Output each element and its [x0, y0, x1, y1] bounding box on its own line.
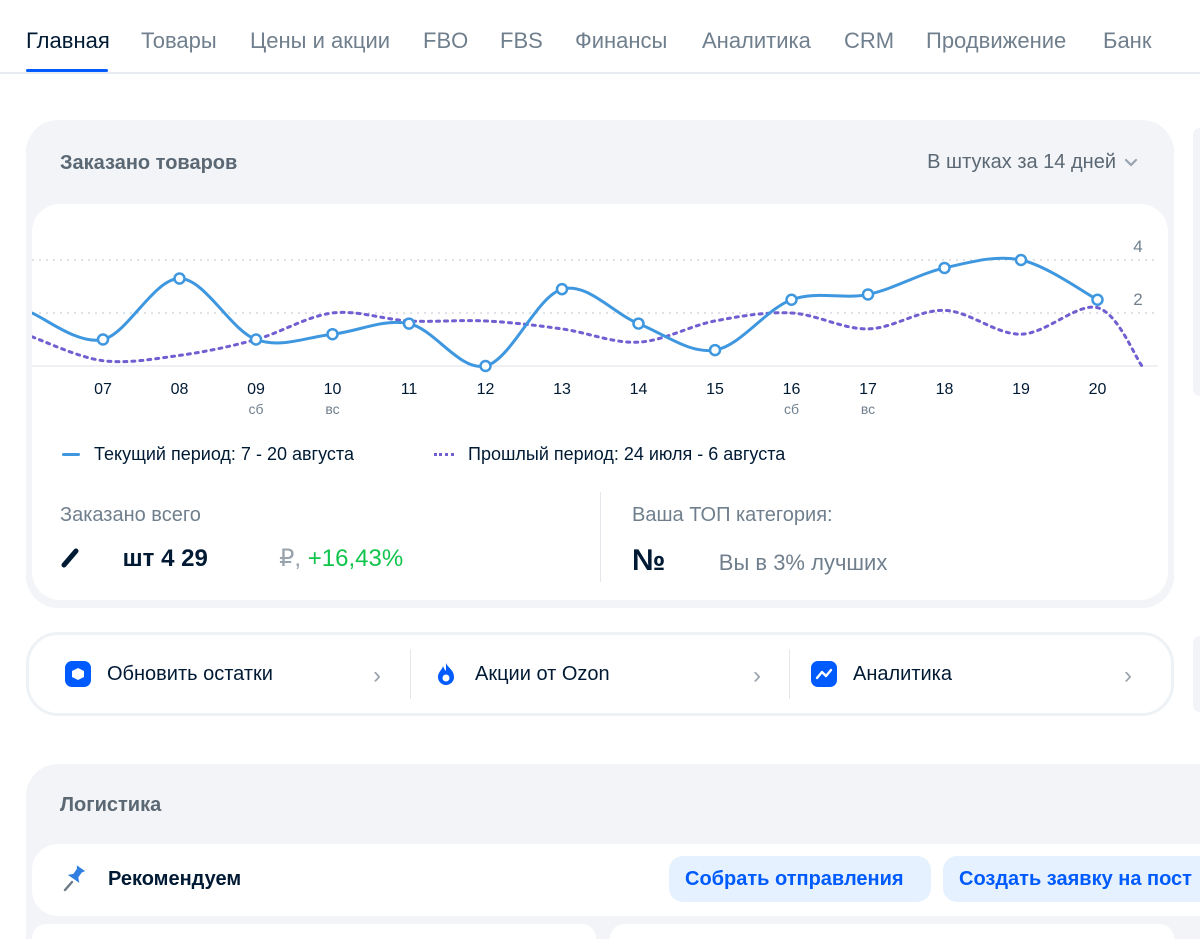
- x-tick-label: 16: [783, 381, 801, 398]
- logistics-title: Логистика: [60, 794, 162, 816]
- x-weekday-label: сб: [248, 401, 263, 417]
- data-point: [861, 288, 875, 301]
- total-ordered-label: Заказано всего: [60, 504, 201, 526]
- analytics-label: Аналитика: [853, 662, 952, 685]
- x-tick-label: 15: [706, 381, 724, 398]
- legend-solid-line: [62, 453, 80, 456]
- total-units: шт 4 29: [122, 545, 208, 572]
- recommend-row: Рекомендуем Собрать отправления Создать …: [32, 844, 1200, 916]
- current-period-line: [32, 256, 1099, 368]
- x-weekday-label: вс: [325, 401, 339, 417]
- data-point: [402, 317, 416, 330]
- data-point: [632, 317, 645, 330]
- analytics-button[interactable]: Аналитика: [811, 635, 952, 713]
- y-tick-label: 4: [1133, 237, 1142, 256]
- action-divider: [410, 649, 411, 699]
- chevron-right-icon: ›: [753, 662, 761, 689]
- data-point: [96, 333, 110, 346]
- data-point: [785, 293, 798, 306]
- data-point: [1091, 293, 1104, 306]
- x-weekday-label: сб: [784, 401, 799, 417]
- box-icon: [65, 661, 91, 687]
- tab-fbo[interactable]: FBO: [423, 28, 468, 54]
- top-navigation: Главная Товары Цены и акции FBO FBS Фина…: [0, 0, 1200, 74]
- orders-widget: Заказано товаров В штуках за 14 дней 2 4 0…: [26, 120, 1174, 608]
- period-select-label: В штуках за 14 дней: [927, 151, 1116, 173]
- recommend-label: Рекомендуем: [108, 868, 242, 890]
- top-category-label: Ваша ТОП категория:: [632, 504, 833, 526]
- trend-icon: [811, 661, 837, 687]
- data-point: [555, 282, 569, 296]
- ozon-promos-button[interactable]: Акции от Ozon: [433, 635, 610, 713]
- chevron-down-icon: [1124, 158, 1138, 167]
- x-tick-label: 12: [477, 381, 495, 398]
- total-currency: ₽,: [279, 545, 302, 572]
- x-tick-label: 14: [630, 381, 648, 398]
- quick-actions: Обновить остатки › Акции от Ozon › Анали…: [26, 632, 1174, 716]
- update-stock-button[interactable]: Обновить остатки: [65, 635, 273, 713]
- data-point: [173, 272, 186, 285]
- logistics-card-right: [610, 924, 1174, 944]
- data-point: [249, 333, 263, 346]
- number-sign: №: [632, 544, 666, 577]
- tab-fbs[interactable]: FBS: [500, 28, 543, 54]
- x-tick-label: 17: [859, 381, 877, 398]
- next-card-edge: [1193, 128, 1200, 396]
- stats-divider: [600, 492, 601, 582]
- period-select[interactable]: В штуках за 14 дней: [927, 151, 1138, 174]
- legend-current: Текущий период: 7 - 20 августа: [62, 444, 354, 465]
- total-ordered-value: шт 4 29 ₽, +16,43%: [60, 544, 403, 573]
- x-tick-label: 09: [247, 381, 265, 398]
- x-tick-label: 19: [1012, 381, 1030, 398]
- data-point: [479, 359, 492, 373]
- action-divider: [789, 649, 790, 699]
- top-category-text: Вы в 3% лучших: [718, 550, 888, 575]
- active-tab-indicator: [26, 69, 108, 72]
- x-tick-label: 13: [553, 381, 571, 398]
- total-change: +16,43%: [307, 545, 404, 572]
- create-supply-request-button[interactable]: Создать заявку на пост: [943, 856, 1200, 902]
- tab-analytics[interactable]: Аналитика: [702, 28, 811, 54]
- orders-chart-panel: 2 4 07 08 09 сб 10 вс 11 12 13 14 15 16 сб 17 вс 18 19 20 Т…: [32, 204, 1168, 600]
- pencil-icon: [61, 548, 79, 568]
- update-stock-label: Обновить остатки: [107, 662, 273, 685]
- tab-products[interactable]: Товары: [141, 28, 217, 54]
- y-tick-label: 2: [1133, 290, 1142, 309]
- previous-period-line: [32, 305, 1144, 368]
- data-point: [1014, 253, 1028, 267]
- x-tick-label: 10: [324, 381, 342, 398]
- logistics-card-left: [32, 924, 596, 944]
- chevron-right-icon: ›: [1124, 662, 1132, 689]
- next-card-edge: [1193, 636, 1200, 712]
- top-category-value: № Вы в 3% лучших: [632, 544, 887, 578]
- tab-bank[interactable]: Банк: [1103, 28, 1151, 54]
- tab-crm[interactable]: CRM: [844, 28, 894, 54]
- data-point: [326, 327, 339, 341]
- logistics-widget: Логистика Рекомендуем Собрать отправлени…: [26, 764, 1200, 944]
- legend-dotted-line: [434, 453, 454, 456]
- data-point: [938, 261, 951, 275]
- x-weekday-label: вс: [861, 401, 875, 417]
- legend-previous-label: Прошлый период: 24 июля - 6 августа: [468, 444, 786, 464]
- data-point: [708, 343, 722, 357]
- chevron-right-icon: ›: [373, 662, 381, 689]
- widget-title: Заказано товаров: [60, 152, 238, 174]
- x-tick-label: 20: [1089, 381, 1107, 398]
- legend-current-label: Текущий период: 7 - 20 августа: [94, 444, 354, 464]
- ozon-promos-label: Акции от Ozon: [475, 662, 610, 685]
- x-tick-label: 11: [401, 381, 418, 398]
- tab-finance[interactable]: Финансы: [575, 28, 667, 54]
- orders-line-chart: 2 4 07 08 09 сб 10 вс 11 12 13 14 15 16 сб 17 вс 18 19 20: [32, 237, 1158, 417]
- tab-prices-promos[interactable]: Цены и акции: [250, 28, 390, 54]
- x-tick-label: 08: [171, 381, 189, 398]
- fire-icon: [433, 661, 459, 687]
- x-tick-label: 07: [94, 381, 112, 398]
- tab-main[interactable]: Главная: [26, 28, 110, 54]
- collect-shipments-button[interactable]: Собрать отправления: [669, 856, 931, 902]
- legend-previous: Прошлый период: 24 июля - 6 августа: [434, 444, 785, 465]
- pushpin-icon: [62, 864, 88, 899]
- tab-promotion[interactable]: Продвижение: [926, 28, 1066, 54]
- x-tick-label: 18: [936, 381, 954, 398]
